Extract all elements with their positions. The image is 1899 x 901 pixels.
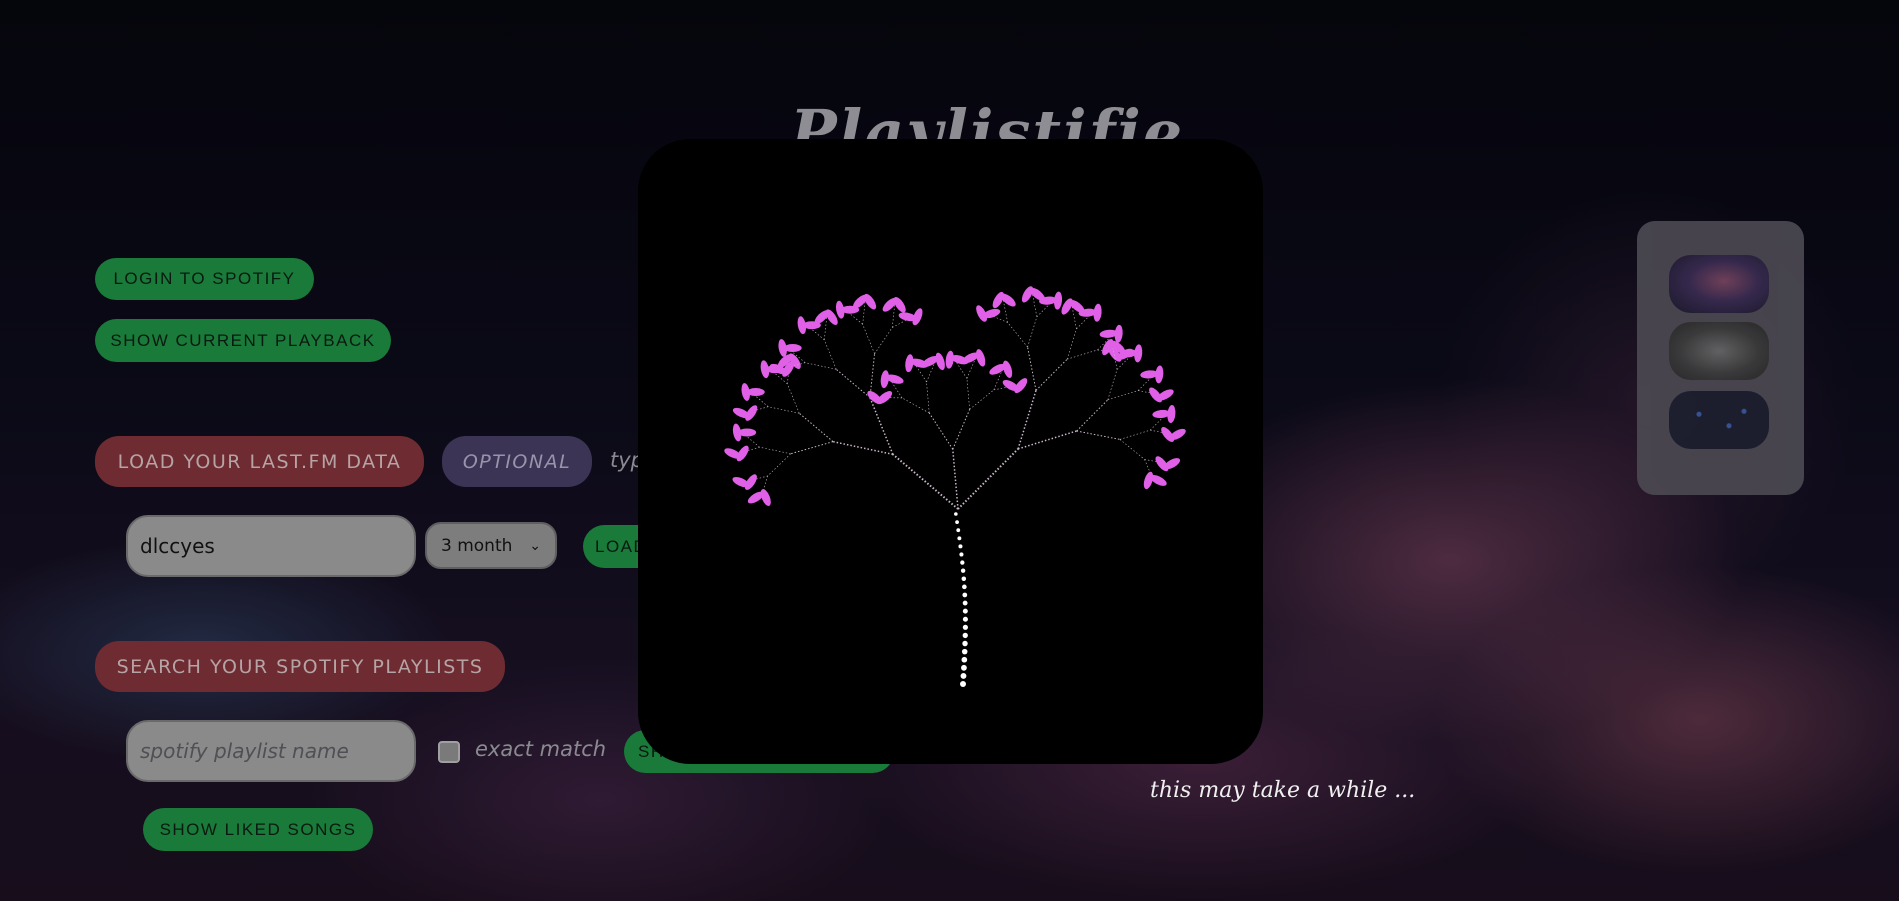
loading-tree-animation	[724, 286, 1186, 687]
tree-branch	[966, 378, 970, 410]
tree-branch	[1017, 390, 1037, 450]
trunk-dot	[961, 648, 968, 655]
trunk-dot	[954, 512, 958, 516]
period-select[interactable]: 3 month ⌄	[425, 522, 557, 569]
tree-leaf	[1167, 405, 1176, 423]
tree-branch	[824, 317, 828, 340]
tree-branch	[862, 324, 875, 354]
tree-branch	[805, 362, 837, 370]
tree-branch	[901, 397, 930, 414]
nebula-thumbnail[interactable]	[1669, 255, 1769, 313]
playlist-search-input[interactable]	[126, 720, 416, 782]
trunk-dot	[960, 672, 967, 679]
tree-branch	[1035, 358, 1068, 391]
tree-leaf	[1093, 303, 1102, 322]
tree-branch	[874, 327, 893, 354]
trunk-dot	[962, 600, 968, 606]
tree-branch	[892, 453, 959, 510]
trunk-dot	[962, 632, 968, 639]
tree-leaf	[1155, 365, 1164, 384]
tree-branch	[798, 412, 834, 443]
trunk-dot	[962, 592, 968, 598]
tree-branch	[1027, 316, 1038, 348]
tree-leaf	[1053, 291, 1063, 310]
gray-thumbnail[interactable]	[1669, 322, 1769, 380]
tree-branch	[928, 412, 954, 450]
tree-branch	[832, 440, 894, 456]
trunk-dot	[962, 616, 968, 622]
tree-branch	[767, 453, 791, 477]
tree-branch	[969, 389, 995, 410]
starfield-thumbnail[interactable]	[1669, 391, 1769, 449]
tree-leaf	[746, 388, 765, 397]
tree-leaf	[783, 344, 802, 353]
trunk-dot	[956, 528, 961, 533]
tree-branch	[952, 449, 959, 510]
tree-branch	[926, 381, 930, 414]
tree-branch	[1119, 439, 1145, 460]
tree-branch	[1017, 430, 1077, 450]
login-spotify-button[interactable]: LOGIN TO SPOTIFY	[95, 258, 314, 300]
tree-leaf	[1134, 344, 1143, 363]
tree-branch	[952, 409, 971, 450]
optional-badge: OPTIONAL	[442, 436, 592, 487]
search-playlists-label: SEARCH YOUR SPOTIFY PLAYLISTS	[95, 641, 505, 692]
tree-branch	[1119, 429, 1151, 440]
exact-match-checkbox[interactable]	[438, 741, 460, 763]
trunk-dot	[960, 568, 966, 573]
tree-branch	[824, 339, 837, 370]
trunk-dot	[962, 640, 968, 647]
period-select-value: 3 month	[441, 535, 513, 556]
lastfm-username-input[interactable]	[126, 515, 416, 577]
tree-branch	[835, 368, 871, 399]
trunk-dot	[961, 576, 967, 582]
trunk-dot	[961, 656, 968, 663]
tree-branch	[957, 448, 1019, 510]
tree-leaf	[738, 428, 757, 437]
tree-branch	[1067, 349, 1098, 360]
tree-branch	[1107, 369, 1118, 400]
trunk-dot	[958, 544, 963, 549]
trunk-dot	[960, 681, 966, 687]
background-selector-panel	[1637, 221, 1804, 495]
lastfm-section-label: LOAD YOUR LAST.FM DATA	[95, 436, 424, 487]
trunk-dot	[961, 664, 967, 671]
tree-branch	[892, 304, 895, 328]
tree-branch	[1007, 322, 1028, 348]
chevron-down-icon: ⌄	[529, 537, 541, 554]
trunk-dot	[962, 624, 968, 630]
tree-branch	[1027, 347, 1037, 391]
trunk-dot	[960, 560, 965, 565]
trunk-dot	[959, 552, 964, 557]
tree-branch	[1107, 390, 1139, 401]
trunk-dot	[955, 520, 959, 524]
show-liked-songs-button[interactable]: SHOW LIKED SONGS	[143, 808, 373, 851]
tree-branch	[768, 406, 800, 414]
trunk-dot	[957, 536, 962, 541]
tree-branch	[1076, 430, 1120, 440]
tree-branch	[1076, 399, 1109, 432]
tree-branch	[759, 446, 791, 455]
tree-branch	[869, 397, 894, 455]
tree-branch	[1066, 328, 1077, 360]
tree-branch	[787, 383, 800, 414]
trunk-dot	[962, 608, 968, 614]
show-playback-button[interactable]: SHOW CURRENT PLAYBACK	[95, 319, 391, 362]
exact-match-label: exact match	[475, 737, 607, 761]
tree-leaf	[1114, 324, 1123, 343]
loading-modal	[638, 139, 1263, 764]
tree-branch	[862, 301, 866, 325]
trunk-dot	[962, 584, 967, 590]
tree-branch	[790, 441, 834, 455]
loading-message: this may take a while ...	[1150, 778, 1416, 803]
